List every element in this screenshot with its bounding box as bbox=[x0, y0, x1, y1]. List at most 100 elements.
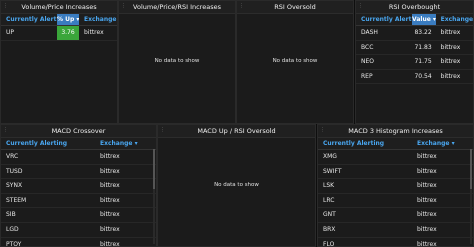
exchange-cell: bittrex bbox=[100, 167, 120, 175]
table-row[interactable]: FLO bittrex bbox=[318, 238, 473, 247]
panel-menu-icon[interactable]: ⋮ bbox=[160, 125, 165, 135]
col-currently-alerting[interactable]: Currently Alerting bbox=[318, 138, 412, 149]
value-cell: 71.75 bbox=[414, 58, 432, 66]
exchange-cell: bittrex bbox=[100, 211, 120, 219]
table-row[interactable]: UP 3.76 bittrex bbox=[1, 26, 117, 41]
panel-menu-icon[interactable]: ⋮ bbox=[121, 1, 126, 11]
panel-title-text: Volume/Price/RSI Increases bbox=[133, 3, 221, 11]
panel-volume-price-increases: ⋮ Volume/Price Increases Currently Alert… bbox=[0, 0, 118, 124]
exchange-cell: bittrex bbox=[417, 182, 437, 190]
panel-title: ⋮ RSI Overbought bbox=[356, 1, 473, 14]
panel-title-text: MACD 3 Histogram Increases bbox=[348, 127, 443, 135]
panel-title-text: MACD Crossover bbox=[51, 127, 106, 135]
table-header: Currently Alerting Exchange ▾ bbox=[1, 138, 156, 150]
panel-title-text: Volume/Price Increases bbox=[21, 3, 97, 11]
panel-menu-icon[interactable]: ⋮ bbox=[320, 125, 325, 135]
panel-title-text: MACD Up / RSI Oversold bbox=[197, 127, 276, 135]
value-cell: 83.22 bbox=[414, 29, 432, 36]
panel-menu-icon[interactable]: ⋮ bbox=[358, 1, 363, 11]
coin-cell: VRC bbox=[6, 153, 19, 160]
table-row[interactable]: XMG bittrex bbox=[318, 150, 473, 165]
table-row[interactable]: BRX bittrex bbox=[318, 223, 473, 238]
table-row[interactable]: NEO 71.75 bittrex bbox=[356, 55, 473, 70]
percent-up-cell: 3.76 bbox=[57, 26, 79, 40]
panel-rsi-oversold: ⋮ RSI Oversold No data to show bbox=[236, 0, 354, 124]
col-currently-alerting[interactable]: Currently Alerting bbox=[1, 14, 57, 25]
table-row[interactable]: DASH 83.22 bittrex bbox=[356, 26, 473, 41]
coin-cell: BRX bbox=[323, 225, 336, 233]
coin-cell: REP bbox=[361, 72, 373, 80]
table-row[interactable]: STEEM bittrex bbox=[1, 194, 156, 209]
exchange-cell: bittrex bbox=[440, 43, 461, 51]
col-exchange-sorted[interactable]: Exchange ▾ bbox=[412, 138, 472, 149]
no-data-message: No data to show bbox=[272, 58, 318, 64]
table-row[interactable]: SWIFT bittrex bbox=[318, 165, 473, 180]
value-cell: 71.83 bbox=[414, 43, 432, 51]
panel-menu-icon[interactable]: ⋮ bbox=[3, 125, 8, 135]
col-exchange[interactable]: Exchange bbox=[436, 14, 473, 25]
panel-volume-price-rsi-increases: ⋮ Volume/Price/RSI Increases No data to … bbox=[118, 0, 236, 124]
panel-title: ⋮ Volume/Price Increases bbox=[1, 1, 117, 14]
coin-cell: LRC bbox=[323, 196, 335, 204]
table-row[interactable]: LRC bittrex bbox=[318, 194, 473, 209]
coin-cell: BCC bbox=[361, 43, 374, 51]
panel-title-text: RSI Oversold bbox=[274, 3, 316, 11]
exchange-cell: bittrex bbox=[100, 182, 120, 190]
exchange-cell: bittrex bbox=[100, 196, 120, 204]
panel-title: ⋮ MACD Crossover bbox=[1, 125, 156, 138]
table-row[interactable]: VRC bittrex bbox=[1, 150, 156, 165]
coin-cell: STEEM bbox=[6, 196, 27, 204]
table-row[interactable]: LGD bittrex bbox=[1, 223, 156, 238]
no-data-message: No data to show bbox=[214, 181, 259, 188]
exchange-cell: bittrex bbox=[417, 211, 437, 219]
col-percent-up-sorted[interactable]: % Up ▾ bbox=[57, 14, 79, 25]
exchange-cell: bittrex bbox=[440, 58, 461, 66]
table-row[interactable]: LSK bittrex bbox=[318, 179, 473, 194]
coin-cell: FLO bbox=[323, 240, 335, 247]
coin-cell: LGD bbox=[6, 225, 19, 233]
coin-cell: SIB bbox=[6, 211, 16, 219]
table-row[interactable]: SIB bittrex bbox=[1, 208, 156, 223]
exchange-cell: bittrex bbox=[417, 153, 437, 160]
table-row[interactable]: SYNX bittrex bbox=[1, 179, 156, 194]
table-header: Currently Alerting Value ▾ Exchange bbox=[356, 14, 473, 26]
col-currently-alerting[interactable]: Currently Alerting bbox=[1, 138, 95, 149]
exchange-cell: bittrex bbox=[100, 153, 120, 160]
col-value-sorted[interactable]: Value ▾ bbox=[412, 14, 436, 25]
coin-cell: XMG bbox=[323, 153, 337, 160]
table-row[interactable]: BCC 71.83 bittrex bbox=[356, 41, 473, 56]
exchange-cell: bittrex bbox=[84, 29, 104, 36]
panel-menu-icon[interactable]: ⋮ bbox=[239, 1, 244, 11]
table-row[interactable]: GNT bittrex bbox=[318, 208, 473, 223]
panel-title: ⋮ RSI Oversold bbox=[237, 1, 353, 14]
exchange-cell: bittrex bbox=[417, 196, 437, 204]
scrollbar-thumb[interactable] bbox=[470, 149, 472, 189]
panel-title: ⋮ MACD Up / RSI Oversold bbox=[158, 125, 315, 138]
col-exchange-sorted[interactable]: Exchange ▾ bbox=[95, 138, 155, 149]
table-row[interactable]: PTOY bittrex bbox=[1, 238, 156, 247]
panel-rsi-overbought: ⋮ RSI Overbought Currently Alerting Valu… bbox=[355, 0, 474, 124]
scrollbar-thumb[interactable] bbox=[153, 149, 155, 189]
col-currently-alerting[interactable]: Currently Alerting bbox=[356, 14, 412, 25]
exchange-cell: bittrex bbox=[417, 167, 437, 175]
panel-title: ⋮ Volume/Price/RSI Increases bbox=[119, 1, 235, 14]
exchange-cell: bittrex bbox=[440, 29, 461, 36]
coin-cell: SYNX bbox=[6, 182, 23, 190]
no-data-message: No data to show bbox=[154, 58, 200, 64]
coin-cell: PTOY bbox=[6, 240, 22, 247]
panel-macd-up-rsi-oversold: ⋮ MACD Up / RSI Oversold No data to show bbox=[157, 124, 316, 247]
exchange-cell: bittrex bbox=[417, 240, 437, 247]
coin-cell: LSK bbox=[323, 182, 335, 190]
coin-cell: SWIFT bbox=[323, 167, 342, 175]
table-row[interactable]: REP 70.54 bittrex bbox=[356, 70, 473, 85]
col-exchange[interactable]: Exchange bbox=[79, 14, 117, 25]
exchange-cell: bittrex bbox=[417, 225, 437, 233]
panel-macd-3-histogram-increases: ⋮ MACD 3 Histogram Increases Currently A… bbox=[317, 124, 474, 247]
exchange-cell: bittrex bbox=[100, 225, 120, 233]
table-row[interactable]: TUSD bittrex bbox=[1, 165, 156, 180]
panel-menu-icon[interactable]: ⋮ bbox=[3, 1, 8, 11]
coin-cell: GNT bbox=[323, 211, 336, 219]
coin-cell: TUSD bbox=[6, 167, 23, 175]
table-header: Currently Alerting Exchange ▾ bbox=[318, 138, 473, 150]
coin-cell: UP bbox=[6, 29, 15, 36]
